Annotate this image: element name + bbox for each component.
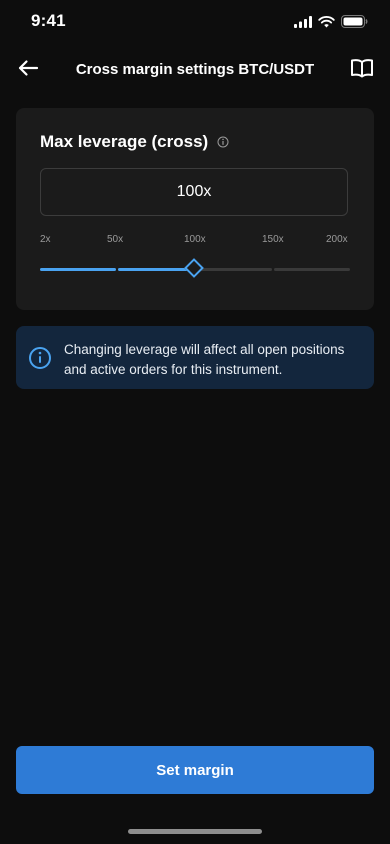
- leverage-input[interactable]: [40, 168, 348, 216]
- leverage-notice: Changing leverage will affect all open p…: [16, 326, 374, 389]
- status-icons: [294, 15, 368, 33]
- slider-tick-label: 50x: [107, 234, 124, 245]
- slider-track-inactive[interactable]: [274, 268, 350, 271]
- guide-button[interactable]: [348, 56, 376, 84]
- page-title: Cross margin settings BTC/USDT: [75, 61, 315, 78]
- status-bar: 9:41: [0, 0, 390, 44]
- info-circle-icon: [28, 346, 52, 370]
- nav-bar: Cross margin settings BTC/USDT: [0, 50, 390, 90]
- notice-text: Changing leverage will affect all open p…: [64, 342, 345, 377]
- slider-tick-label: 100x: [184, 234, 206, 245]
- home-indicator: [128, 829, 262, 834]
- slider-tick-label: 2x: [40, 234, 51, 245]
- slider-tick-label: 200x: [326, 234, 348, 245]
- battery-icon: [341, 15, 368, 33]
- slider-thumb[interactable]: [184, 258, 204, 278]
- slider-track-active[interactable]: [118, 268, 194, 271]
- leverage-card: Max leverage (cross) 2x 50x 100x 150x 20…: [16, 108, 374, 310]
- slider-track-active[interactable]: [40, 268, 116, 271]
- set-margin-button[interactable]: Set margin: [16, 746, 374, 794]
- info-icon[interactable]: [217, 136, 229, 148]
- leverage-title-row: Max leverage (cross): [40, 132, 229, 152]
- signal-icon: [294, 15, 312, 33]
- leverage-title: Max leverage (cross): [40, 132, 209, 151]
- slider-track-inactive[interactable]: [196, 268, 272, 271]
- slider-tick-label: 150x: [262, 234, 284, 245]
- status-time: 9:41: [31, 11, 66, 30]
- book-open-icon: [350, 58, 374, 83]
- wifi-icon: [318, 15, 335, 33]
